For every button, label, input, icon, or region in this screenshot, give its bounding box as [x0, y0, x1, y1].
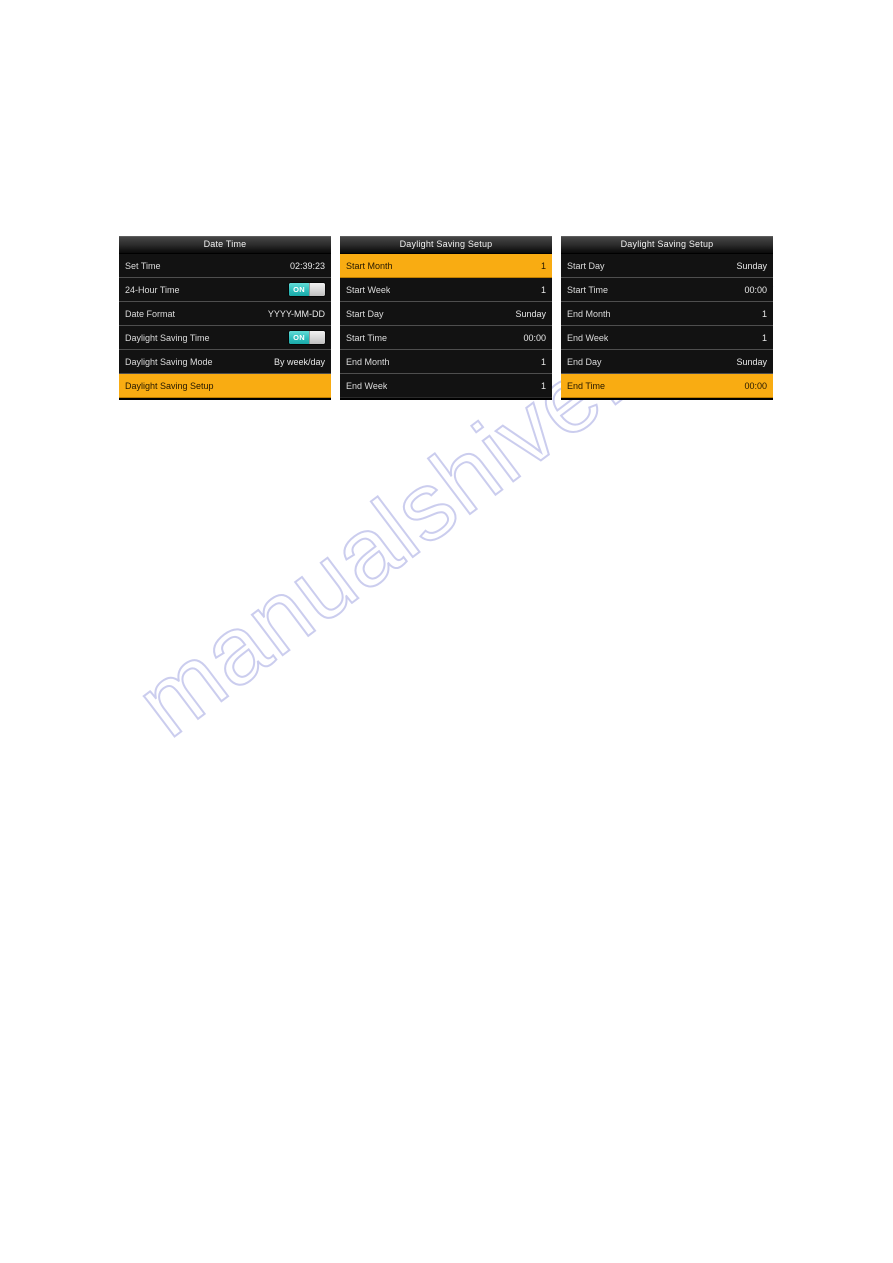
menu-row-value: 1 — [761, 332, 767, 343]
toggle-knob — [309, 331, 325, 344]
menu-row-label: End Week — [567, 332, 609, 343]
menu-row-value: 00:00 — [744, 380, 767, 391]
menu-row[interactable]: 24-Hour Time ON — [119, 278, 331, 302]
menu-row-value: 00:00 — [744, 284, 767, 295]
menu-row-label: End Week — [346, 380, 388, 391]
toggle-on-label: ON — [289, 283, 309, 296]
menu-row[interactable]: Start Week 1 — [340, 278, 552, 302]
menu-row-value: Sunday — [515, 308, 546, 319]
menu-row-label: End Day — [567, 356, 602, 367]
menu-row-label: Start Day — [567, 260, 605, 271]
menu-row[interactable]: End Month 1 — [340, 350, 552, 374]
menu-row-label: Start Time — [346, 332, 388, 343]
menu-row-label: End Time — [567, 380, 606, 391]
screen-title: Daylight Saving Setup — [561, 236, 773, 254]
menu-row-label: End Month — [567, 308, 611, 319]
menu-row-value: Sunday — [736, 260, 767, 271]
device-screen-2: Daylight Saving Setup Start Month 1 Start W… — [340, 236, 552, 400]
menu-row-value: 1 — [540, 284, 546, 295]
menu-row[interactable]: Start Time 00:00 — [561, 278, 773, 302]
menu-row-label: Daylight Saving Mode — [125, 356, 213, 367]
menu-row-label: Start Time — [567, 284, 609, 295]
toggle-switch[interactable]: ON — [289, 331, 325, 344]
toggle-on-label: ON — [289, 331, 309, 344]
menu-row-value: 1 — [761, 308, 767, 319]
menu-row-value: By week/day — [273, 356, 325, 367]
menu-row-value: 1 — [540, 380, 546, 391]
menu-row[interactable]: End Week 1 — [561, 326, 773, 350]
menu-row[interactable]: End Time 00:00 — [561, 374, 773, 398]
menu-row[interactable]: Start Time 00:00 — [340, 326, 552, 350]
menu-row[interactable]: Start Month 1 — [340, 254, 552, 278]
menu-row[interactable]: Set Time 02:39:23 — [119, 254, 331, 278]
menu-list: Start Month 1 Start Week 1 Start Day Sunday St… — [340, 254, 552, 400]
menu-list: Start Day Sunday Start Time 00:00 End Month 1… — [561, 254, 773, 400]
menu-row-label: 24-Hour Time — [125, 284, 180, 295]
menu-row[interactable]: Start Day Sunday — [561, 254, 773, 278]
menu-row[interactable]: End Day Sunday — [561, 350, 773, 374]
menu-row-label: Start Week — [346, 284, 391, 295]
menu-row-value: Sunday — [736, 356, 767, 367]
page-watermark: manualshive.com — [0, 0, 893, 1263]
menu-list: Set Time 02:39:23 24-Hour Time ON Date Forma… — [119, 254, 331, 400]
menu-row-value: 1 — [540, 260, 546, 271]
menu-row[interactable]: Date Format YYYY-MM-DD — [119, 302, 331, 326]
menu-row[interactable]: Daylight Saving Time ON — [119, 326, 331, 350]
menu-row-label: Set Time — [125, 260, 161, 271]
device-screen-1: Date Time Set Time 02:39:23 24-Hour Time ON D… — [119, 236, 331, 400]
menu-row[interactable]: Daylight Saving Mode By week/day — [119, 350, 331, 374]
toggle-switch[interactable]: ON — [289, 283, 325, 296]
screen-title: Date Time — [119, 236, 331, 254]
device-screen-3: Daylight Saving Setup Start Day Sunday Star… — [561, 236, 773, 400]
menu-row[interactable]: End Week 1 — [340, 374, 552, 398]
menu-row-label: End Month — [346, 356, 390, 367]
menu-row-value: 02:39:23 — [289, 260, 325, 271]
menu-row[interactable]: End Month 1 — [561, 302, 773, 326]
menu-row-value: YYYY-MM-DD — [267, 308, 325, 319]
toggle-knob — [309, 283, 325, 296]
menu-row-label: Start Month — [346, 260, 393, 271]
menu-row[interactable]: Daylight Saving Setup — [119, 374, 331, 398]
menu-row-value: 1 — [540, 356, 546, 367]
menu-row-label: Date Format — [125, 308, 176, 319]
menu-row-value: 00:00 — [523, 332, 546, 343]
screen-title: Daylight Saving Setup — [340, 236, 552, 254]
menu-row[interactable]: Start Day Sunday — [340, 302, 552, 326]
menu-row-label: Start Day — [346, 308, 384, 319]
menu-row-label: Daylight Saving Setup — [125, 380, 214, 391]
device-screens-group: Date Time Set Time 02:39:23 24-Hour Time ON D… — [119, 236, 779, 404]
menu-row-label: Daylight Saving Time — [125, 332, 210, 343]
